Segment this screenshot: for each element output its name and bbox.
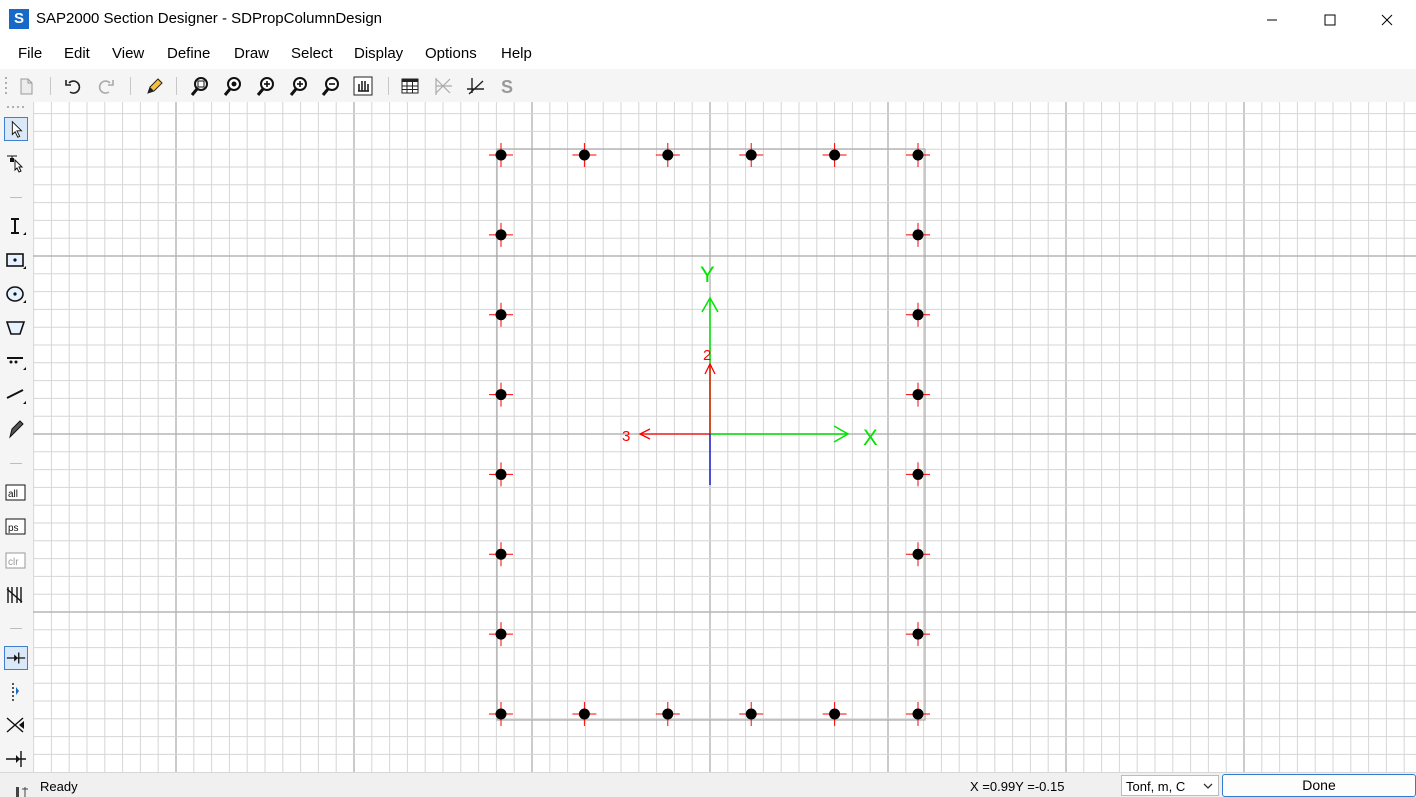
rebar[interactable] — [906, 382, 930, 407]
global-x-label: X — [863, 425, 878, 450]
maximize-button[interactable] — [1301, 0, 1359, 39]
rebar[interactable] — [572, 702, 597, 726]
local-2-label: 2 — [703, 347, 711, 364]
menu-options[interactable]: Options — [425, 45, 477, 62]
snap-midpoint-icon[interactable] — [4, 680, 28, 704]
rebar[interactable] — [572, 143, 597, 167]
toolbar-grip-icon — [7, 106, 24, 108]
rebar[interactable] — [906, 222, 930, 247]
rebar[interactable] — [739, 702, 764, 726]
menu-bar: File Edit View Define Draw Select Displa… — [0, 39, 1416, 69]
zoom-out-icon[interactable] — [288, 75, 310, 97]
rebar[interactable] — [489, 622, 513, 647]
resize-grip-icon — [16, 787, 28, 797]
rebar[interactable] — [906, 542, 930, 567]
rebar[interactable] — [655, 702, 680, 726]
svg-text:all: all — [8, 489, 18, 500]
zoom-restore-icon[interactable] — [222, 75, 244, 97]
rebar[interactable] — [906, 702, 930, 726]
svg-text:ps: ps — [8, 523, 19, 534]
rebar[interactable] — [489, 542, 513, 567]
sap2000-app-icon: S — [9, 9, 29, 29]
close-icon — [1381, 14, 1393, 25]
rebar[interactable] — [655, 143, 680, 167]
rebar[interactable] — [906, 143, 930, 167]
menu-edit[interactable]: Edit — [64, 45, 90, 62]
window-title: SAP2000 Section Designer - SDPropColumnD… — [36, 10, 383, 27]
pencil-icon[interactable] — [142, 75, 164, 97]
minimize-icon — [1267, 19, 1277, 20]
rebar[interactable] — [489, 702, 513, 726]
menu-select[interactable]: Select — [291, 45, 333, 62]
rebar[interactable] — [906, 622, 930, 647]
s-icon[interactable]: S — [497, 75, 519, 97]
rebar[interactable] — [489, 462, 513, 487]
draw-polygon-icon[interactable] — [4, 317, 28, 341]
reshaper-icon[interactable] — [4, 150, 28, 174]
snap-end-icon[interactable] — [4, 747, 28, 771]
axes-icon[interactable] — [465, 75, 487, 97]
section-drawing-canvas[interactable]: Y X 2 3 — [33, 102, 1416, 772]
units-dropdown[interactable]: Tonf, m, C — [1121, 775, 1219, 796]
menu-help[interactable]: Help — [501, 45, 532, 62]
global-y-label: Y — [700, 262, 715, 287]
done-button[interactable]: Done — [1222, 774, 1416, 797]
undo-icon[interactable] — [62, 75, 84, 97]
draw-toolbar: all ps clr — [0, 102, 33, 772]
previous-selection-icon[interactable]: ps — [4, 515, 28, 539]
rebar[interactable] — [822, 702, 847, 726]
svg-text:clr: clr — [8, 557, 19, 568]
clear-selection-icon[interactable]: clr — [4, 549, 28, 573]
draw-rebar-line-icon[interactable] — [4, 350, 28, 374]
rebar[interactable] — [489, 382, 513, 407]
global-axes: Y X — [700, 262, 878, 450]
zoom-in-icon[interactable] — [255, 75, 277, 97]
rebar[interactable] — [489, 302, 513, 327]
draw-circle-icon[interactable] — [4, 283, 28, 307]
rebar[interactable] — [489, 222, 513, 247]
zoom-pan-icon[interactable] — [320, 75, 342, 97]
menu-view[interactable]: View — [112, 45, 144, 62]
status-text: Ready — [40, 779, 78, 794]
rebar[interactable] — [906, 302, 930, 327]
main-toolbar: S — [0, 69, 1416, 102]
draw-i-section-icon[interactable] — [4, 215, 28, 239]
table-icon[interactable] — [399, 75, 421, 97]
status-bar: Ready X =0.99Y =-0.15 Tonf, m, C Done — [0, 772, 1416, 797]
rebar[interactable] — [906, 462, 930, 487]
menu-define[interactable]: Define — [167, 45, 210, 62]
rebar[interactable] — [739, 143, 764, 167]
local-3-label: 3 — [622, 428, 630, 445]
select-all-icon[interactable]: all — [4, 481, 28, 505]
maximize-icon — [1324, 14, 1336, 25]
new-icon[interactable] — [15, 75, 37, 97]
pointer-icon[interactable] — [4, 117, 28, 141]
cursor-coordinates: X =0.99Y =-0.15 — [970, 779, 1065, 794]
menu-display[interactable]: Display — [354, 45, 403, 62]
close-button[interactable] — [1358, 0, 1416, 39]
graph-icon[interactable] — [432, 75, 454, 97]
menu-draw[interactable]: Draw — [234, 45, 269, 62]
menu-file[interactable]: File — [18, 45, 42, 62]
zoom-window-icon[interactable] — [189, 75, 211, 97]
rebar[interactable] — [822, 143, 847, 167]
units-value: Tonf, m, C — [1126, 779, 1186, 794]
grid-lines — [33, 102, 1416, 772]
draw-rect-icon[interactable] — [4, 249, 28, 273]
snap-cross-icon[interactable] — [4, 713, 28, 737]
toolbar-grip-icon — [5, 77, 7, 94]
minimize-button[interactable] — [1243, 0, 1301, 39]
pan-hand-icon[interactable] — [352, 75, 374, 97]
title-bar: S SAP2000 Section Designer - SDPropColum… — [0, 0, 1416, 39]
snap-intersection-icon[interactable] — [4, 646, 28, 670]
chevron-down-icon — [1203, 783, 1213, 789]
select-grid-icon[interactable] — [4, 583, 28, 607]
snap-pencil-icon[interactable] — [4, 417, 28, 441]
rebar[interactable] — [489, 143, 513, 167]
draw-rebar-icon[interactable] — [4, 384, 28, 408]
redo-icon[interactable] — [95, 75, 117, 97]
svg-text:S: S — [501, 77, 513, 97]
